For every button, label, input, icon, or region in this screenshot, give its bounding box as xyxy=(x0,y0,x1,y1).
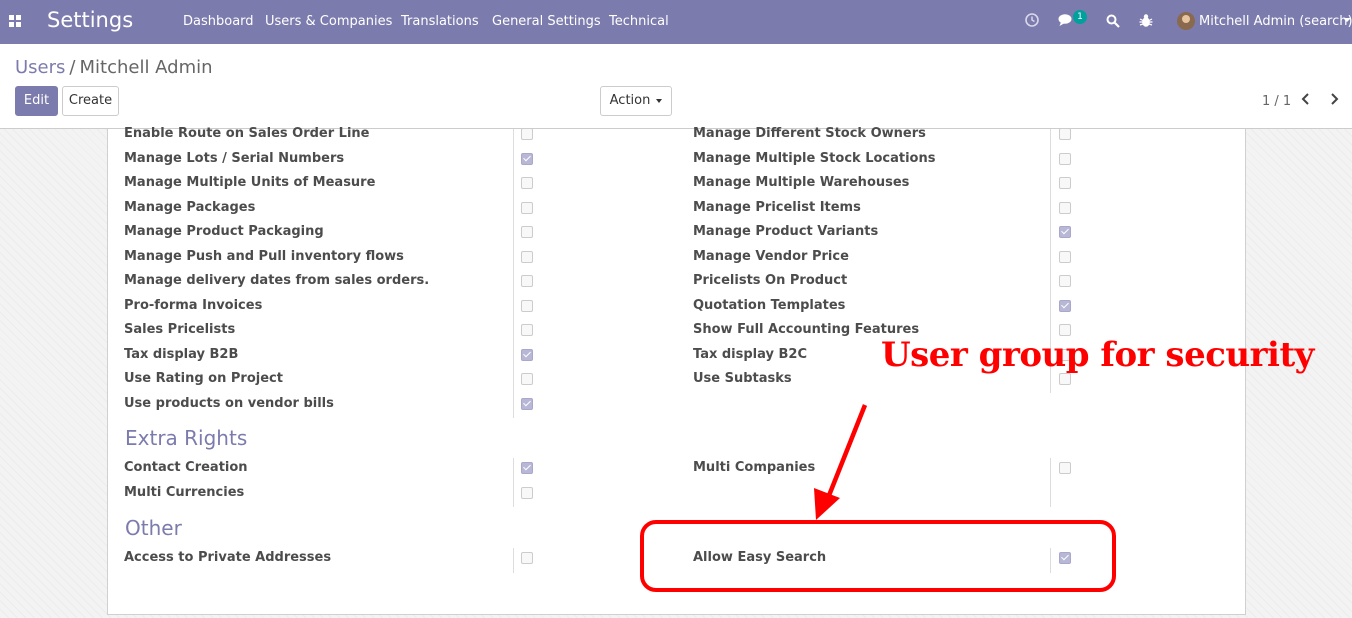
field-checkbox[interactable] xyxy=(521,324,533,336)
field-checkbox[interactable] xyxy=(521,552,533,564)
field-label: Use Rating on Project xyxy=(124,371,283,386)
field-checkbox[interactable] xyxy=(521,201,533,214)
field-checkbox[interactable] xyxy=(521,128,533,140)
pager-next-icon[interactable] xyxy=(1329,92,1339,110)
field-label: Contact Creation xyxy=(124,460,248,475)
field-label: Use products on vendor bills xyxy=(124,395,334,411)
field-label: Multi Currencies xyxy=(124,484,245,500)
breadcrumb-users-link[interactable]: Users xyxy=(15,57,65,78)
field-checkbox[interactable] xyxy=(521,275,533,287)
field-label: Access to Private Addresses xyxy=(124,550,332,565)
field-label: Manage Multiple Warehouses xyxy=(693,175,910,190)
breadcrumb-current: Mitchell Admin xyxy=(79,57,213,78)
field-checkbox[interactable] xyxy=(1059,226,1071,238)
section-title-other: Other xyxy=(125,516,182,540)
menu-technical[interactable]: Technical xyxy=(609,14,669,29)
field-label: Manage Product Packaging xyxy=(124,224,324,239)
field-label: Quotation Templates xyxy=(693,297,846,313)
field-label: Pricelists On Product xyxy=(693,273,848,288)
field-label: Manage Packages xyxy=(124,199,256,215)
field-label: Manage Push and Pull inventory flows xyxy=(124,248,404,264)
field-label: Manage Multiple Stock Locations xyxy=(693,150,936,166)
field-checkbox[interactable] xyxy=(1059,462,1071,474)
annotation-label: User group for security xyxy=(881,335,1314,375)
action-dropdown[interactable]: Action xyxy=(600,86,672,116)
field-checkbox[interactable] xyxy=(1059,201,1071,214)
action-label: Action xyxy=(609,93,651,108)
field-label: Manage Different Stock Owners xyxy=(693,126,926,141)
user-menu[interactable]: Mitchell Admin (search) xyxy=(1199,14,1352,29)
user-avatar[interactable] xyxy=(1177,12,1195,30)
field-checkbox[interactable] xyxy=(521,299,533,312)
field-label: Enable Route on Sales Order Line xyxy=(124,126,370,141)
breadcrumb-separator: / xyxy=(69,57,76,78)
field-checkbox[interactable] xyxy=(1059,299,1071,312)
field-checkbox[interactable] xyxy=(521,177,533,189)
pager-value[interactable]: 1 / 1 xyxy=(1262,94,1291,109)
activity-clock-icon[interactable] xyxy=(1024,12,1040,32)
annotation-highlight-box xyxy=(640,520,1116,592)
field-label: Manage Product Variants xyxy=(693,224,879,239)
field-label: Use Subtasks xyxy=(693,371,792,386)
column-separator xyxy=(513,548,514,573)
column-separator xyxy=(513,458,514,507)
menu-users-companies[interactable]: Users & Companies xyxy=(265,14,392,29)
pager-previous-icon[interactable] xyxy=(1301,92,1311,110)
field-label: Multi Companies xyxy=(693,460,816,475)
debug-bug-icon[interactable] xyxy=(1139,13,1153,32)
create-button[interactable]: Create xyxy=(62,86,119,116)
field-checkbox[interactable] xyxy=(521,462,533,474)
app-title: Settings xyxy=(47,8,134,32)
field-checkbox[interactable] xyxy=(1059,152,1071,165)
field-label: Tax display B2B xyxy=(124,346,239,362)
apps-menu-icon[interactable] xyxy=(9,15,21,27)
field-checkbox[interactable] xyxy=(521,373,533,385)
menu-general-settings[interactable]: General Settings xyxy=(492,14,601,29)
field-checkbox[interactable] xyxy=(521,486,533,499)
edit-button[interactable]: Edit xyxy=(15,86,58,116)
field-label: Sales Pricelists xyxy=(124,322,236,337)
field-label: Pro-forma Invoices xyxy=(124,297,263,313)
control-panel: Users / Mitchell Admin Edit Create Action … xyxy=(0,44,1352,129)
top-navbar: Settings Dashboard Users & Companies Tra… xyxy=(0,0,1352,44)
field-checkbox[interactable] xyxy=(521,250,533,263)
field-label: Manage Vendor Price xyxy=(693,248,849,264)
menu-dashboard[interactable]: Dashboard xyxy=(183,14,254,29)
caret-down-icon xyxy=(656,98,663,103)
column-separator xyxy=(1050,458,1051,507)
field-label: Manage Lots / Serial Numbers xyxy=(124,150,345,166)
chevron-down-icon[interactable] xyxy=(1343,18,1351,22)
field-label: Manage Multiple Units of Measure xyxy=(124,175,376,190)
field-checkbox[interactable] xyxy=(521,152,533,165)
field-checkbox[interactable] xyxy=(1059,128,1071,140)
field-label: Tax display B2C xyxy=(693,346,808,362)
field-checkbox[interactable] xyxy=(1059,275,1071,287)
messages-badge: 1 xyxy=(1073,10,1087,24)
field-checkbox[interactable] xyxy=(1059,177,1071,189)
search-icon[interactable] xyxy=(1106,14,1120,32)
field-checkbox[interactable] xyxy=(521,397,533,410)
section-title-extra-rights: Extra Rights xyxy=(125,426,248,450)
breadcrumb: Users / Mitchell Admin xyxy=(15,57,213,78)
field-checkbox[interactable] xyxy=(1059,250,1071,263)
menu-translations[interactable]: Translations xyxy=(401,14,479,29)
column-separator xyxy=(513,129,514,418)
field-label: Manage Pricelist Items xyxy=(693,199,861,215)
field-checkbox[interactable] xyxy=(521,226,533,238)
field-label: Manage delivery dates from sales orders. xyxy=(124,273,430,288)
field-checkbox[interactable] xyxy=(521,348,533,361)
